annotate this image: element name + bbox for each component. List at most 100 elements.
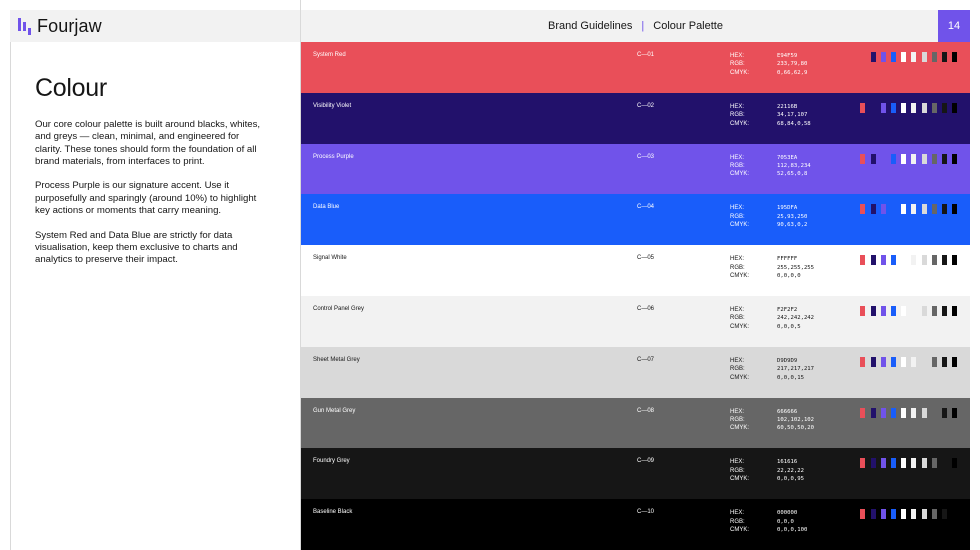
swatch-cmyk-label: CMYK: xyxy=(730,425,750,432)
swatch-code: C—08 xyxy=(637,407,655,414)
contrast-sample-mark xyxy=(922,52,927,62)
swatch-cmyk-label: CMYK: xyxy=(730,476,750,483)
swatch-hex-value: 195DFA xyxy=(777,205,798,212)
contrast-sample-mark xyxy=(901,458,906,469)
swatch-hex-value: 161616 xyxy=(777,459,798,466)
swatch-rgb-label: RGB: xyxy=(730,315,745,322)
contrast-sample-mark xyxy=(911,102,916,113)
contrast-sample-mark xyxy=(932,153,937,164)
swatch-hex-line: HEX: F2F2F2 xyxy=(730,306,814,314)
swatch-hex-label: HEX: xyxy=(730,205,745,212)
contrast-sample-mark xyxy=(911,407,916,418)
swatch-name: Data Blue xyxy=(313,204,340,211)
swatch-cmyk-value: 60,50,50,20 xyxy=(777,425,815,432)
contrast-sample-mark xyxy=(942,255,947,266)
swatch-hex-value: 7053EA xyxy=(777,154,798,161)
breadcrumb-section: Brand Guidelines xyxy=(548,20,633,32)
brand-logo: Fourjaw xyxy=(18,16,102,36)
contrast-sample-mark xyxy=(891,153,896,164)
swatch-rgb-line: RGB: 242,242,242 xyxy=(730,314,814,322)
swatch-cmyk-value: 90,63,0,2 xyxy=(777,222,808,229)
contrast-sample-mark xyxy=(922,458,927,469)
swatch-values: HEX: E94F59 RGB: 233,79,80 CMYK: 0,66,62,9 xyxy=(730,52,807,77)
swatch-cmyk-label: CMYK: xyxy=(730,120,750,127)
brand-name: Fourjaw xyxy=(37,15,102,36)
contrast-sample-mark xyxy=(932,458,937,469)
swatch-rgb-line: RGB: 233,79,80 xyxy=(730,60,807,68)
swatch-cmyk-line: CMYK: 0,0,0,5 xyxy=(730,323,814,331)
swatch-hex-line: HEX: FFFFFF xyxy=(730,255,814,263)
contrast-sample-mark xyxy=(881,306,886,316)
contrast-sample-mark xyxy=(942,102,947,113)
swatch-rgb-label: RGB: xyxy=(730,163,745,169)
swatch-code: C—04 xyxy=(637,204,655,211)
contrast-sample-mark xyxy=(901,52,906,62)
swatch-cmyk-value: 0,0,0,15 xyxy=(777,374,804,381)
contrast-sample-mark xyxy=(942,407,947,418)
contrast-sample-mark xyxy=(881,204,886,215)
swatch-row: Sheet Metal Grey C—07 HEX: D9D9D9 RGB: 217,21… xyxy=(301,346,970,398)
swatch-rgb-value: 112,83,234 xyxy=(777,163,811,169)
swatch-hex-label: HEX: xyxy=(730,307,745,313)
contrast-sample-mark xyxy=(932,52,937,62)
swatch-rgb-label: RGB: xyxy=(730,264,745,271)
contrast-sample-mark xyxy=(952,204,957,215)
swatch-rgb-label: RGB: xyxy=(730,366,745,373)
contrast-sample-mark xyxy=(911,255,916,266)
contrast-sample-mark xyxy=(860,306,865,316)
contrast-sample-mark xyxy=(922,509,927,520)
contrast-sample-mark xyxy=(891,255,896,266)
contrast-sample-mark xyxy=(871,255,876,266)
swatch-values: HEX: 666666 RGB: 102,102,102 CMYK: 60,50,50,2… xyxy=(730,408,814,433)
swatch-row: Signal White C—05 HEX: FFFFFF RGB: 255,255,25… xyxy=(301,245,970,296)
swatch-cmyk-label: CMYK: xyxy=(730,527,750,533)
swatch-values: HEX: F2F2F2 RGB: 242,242,242 CMYK: 0,0,0,5 xyxy=(730,306,814,331)
swatch-row: Baseline Black C—10 HEX: 000000 RGB: 0,0,0 CMY… xyxy=(301,499,970,550)
contrast-sample-mark xyxy=(891,407,896,418)
swatch-rgb-label: RGB: xyxy=(730,213,745,220)
swatch-cmyk-line: CMYK: 68,84,0,58 xyxy=(730,120,811,128)
contrast-sample-mark xyxy=(881,407,886,418)
contrast-sample-mark xyxy=(942,52,947,62)
swatch-hex-label: HEX: xyxy=(730,357,745,364)
contrast-sample-mark xyxy=(891,102,896,113)
swatch-name: Sheet Metal Grey xyxy=(313,356,360,363)
swatch-hex-line: HEX: 22116B xyxy=(730,103,811,111)
contrast-sample-mark xyxy=(932,509,937,520)
contrast-sample-mark xyxy=(932,204,937,215)
contrast-sample-mark xyxy=(911,509,916,520)
swatch-cmyk-value: 52,65,0,8 xyxy=(777,171,808,178)
intro-paragraph-3: System Red and Data Blue are strictly fo… xyxy=(35,229,238,266)
contrast-sample-mark xyxy=(871,509,876,520)
swatch-name: Signal White xyxy=(313,255,347,262)
swatch-rgb-label: RGB: xyxy=(730,417,745,423)
swatch-cmyk-line: CMYK: 0,0,0,0 xyxy=(730,272,814,280)
swatch-row: System Red C—01 HEX: E94F59 RGB: 233,79,80 CMY… xyxy=(301,42,970,93)
swatch-hex-value: 22116B xyxy=(777,103,798,110)
swatch-rgb-value: 233,79,80 xyxy=(777,61,808,68)
swatch-hex-value: E94F59 xyxy=(777,53,798,59)
contrast-sample-mark xyxy=(942,356,947,367)
swatch-cmyk-line: CMYK: 60,50,50,20 xyxy=(730,424,814,432)
contrast-sample-mark xyxy=(871,52,876,62)
left-margin-divider xyxy=(10,42,11,550)
swatch-cmyk-line: CMYK: 90,63,0,2 xyxy=(730,221,807,229)
swatch-values: HEX: 000000 RGB: 0,0,0 CMYK: 0,0,0,100 xyxy=(730,509,807,534)
swatch-rgb-line: RGB: 25,93,250 xyxy=(730,213,807,221)
swatch-hex-label: HEX: xyxy=(730,256,745,263)
swatch-rgb-line: RGB: 0,0,0 xyxy=(730,518,807,526)
swatch-row: Data Blue C—04 HEX: 195DFA RGB: 25,93,250 CMYK… xyxy=(301,194,970,246)
swatch-rgb-line: RGB: 102,102,102 xyxy=(730,416,814,424)
contrast-sample-mark xyxy=(952,52,957,62)
contrast-sample-mark xyxy=(922,102,927,113)
swatch-name: Foundry Grey xyxy=(313,458,350,465)
swatch-values: HEX: 161616 RGB: 22,22,22 CMYK: 0,0,0,95 xyxy=(730,458,804,483)
swatch-hex-value: 666666 xyxy=(777,408,798,415)
swatch-code: C—03 xyxy=(637,153,655,160)
swatch-hex-line: HEX: 7053EA xyxy=(730,154,811,162)
contrast-sample-mark xyxy=(860,458,865,469)
swatch-values: HEX: 195DFA RGB: 25,93,250 CMYK: 90,63,0,2 xyxy=(730,204,807,229)
contrast-sample-mark xyxy=(881,509,886,520)
contrast-sample-mark xyxy=(860,356,865,367)
contrast-sample-mark xyxy=(932,255,937,266)
